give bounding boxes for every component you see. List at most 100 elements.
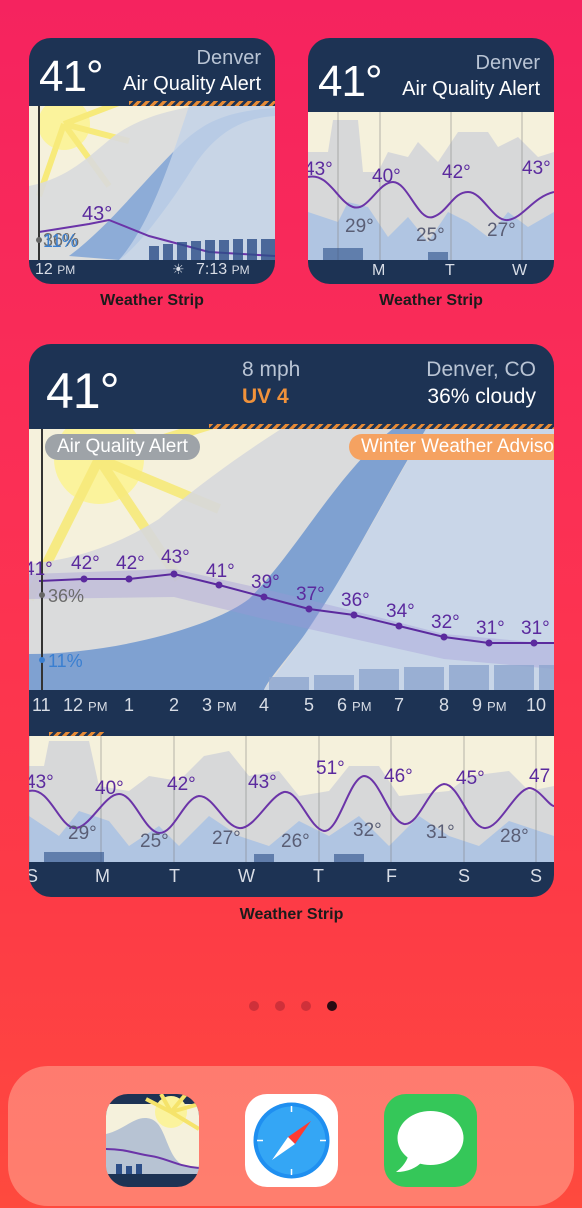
daily-low: 25°	[416, 225, 445, 246]
hour-temp: 39°	[251, 572, 280, 593]
sunset-suffix: PM	[231, 263, 250, 277]
time-left: 12	[35, 261, 53, 278]
widget-caption: Weather Strip	[239, 906, 344, 923]
precip-percent: 11%	[43, 231, 78, 251]
hour-label: 6	[337, 695, 348, 715]
page-dot[interactable]	[301, 1001, 311, 1011]
hour-temp: 41°	[206, 561, 235, 582]
daily-low: 32°	[353, 820, 382, 841]
day-label: W	[512, 262, 528, 279]
daily-low: 25°	[140, 831, 169, 852]
day-label: M	[95, 866, 110, 886]
hour-label: 5	[304, 695, 315, 715]
page-dot[interactable]	[249, 1001, 259, 1011]
hour-temp: 43°	[161, 547, 190, 568]
hour-axis: 11 12 PM 1 2 3 PM 4 5 6 PM 7 8 9 PM 10	[29, 690, 554, 720]
speech-bubble-icon[interactable]	[384, 1094, 477, 1187]
daily-high: 47	[529, 766, 551, 787]
daily-high: 43°	[522, 158, 551, 179]
cloud-cover-text: 36% cloudy	[427, 385, 536, 408]
weather-widget-large[interactable]: 41° 8 mph UV 4 Denver, CO 36% cloudy Air…	[29, 344, 554, 897]
page-indicator[interactable]	[249, 1001, 339, 1013]
current-temperature: 41°	[39, 52, 104, 101]
hour-label: 8	[439, 695, 450, 715]
hour-temp: 42°	[71, 553, 100, 574]
hour-suffix: PM	[88, 699, 108, 714]
safari-compass-icon[interactable]	[245, 1094, 338, 1187]
hour-label: 2	[169, 695, 180, 715]
time-left-suffix: PM	[57, 263, 76, 277]
hour-label: 3	[202, 695, 213, 715]
daily-temps: 43° 40° 29° 42° 25° 27° 43°	[308, 38, 554, 260]
city-name: Denver, CO	[426, 358, 536, 381]
daily-low: 27°	[487, 220, 516, 241]
hour-label: 9	[472, 695, 483, 715]
day-label: S	[458, 866, 471, 886]
cloud-percent: 36%	[48, 586, 85, 606]
daily-high: 42°	[442, 162, 471, 183]
page-dot[interactable]	[275, 1001, 285, 1011]
time-axis: 12 PM ☀︎ 7:13 PM	[29, 260, 275, 284]
wind-speed: 8 mph	[242, 358, 301, 381]
hour-temp: 31°	[476, 618, 505, 639]
daily-low: 27°	[212, 828, 241, 849]
hour-temp: 41°	[29, 559, 53, 580]
day-label: M	[372, 262, 386, 279]
daily-low: 26°	[281, 831, 310, 852]
day-label: T	[169, 866, 180, 886]
hour-temp: 34°	[386, 601, 415, 622]
city-name: Denver	[196, 47, 261, 69]
hour-label: 7	[394, 695, 405, 715]
daily-high: 51°	[316, 758, 345, 779]
uv-index: UV 4	[242, 385, 289, 408]
day-label: S	[530, 866, 543, 886]
precip-percent: 11%	[48, 651, 83, 671]
widget-caption: Weather Strip	[100, 292, 204, 309]
hour-label: 4	[259, 695, 270, 715]
air-quality-alert-pill[interactable]: Air Quality Alert	[45, 434, 200, 460]
day-label: T	[445, 262, 455, 279]
hour-label: 1	[124, 695, 135, 715]
weather-widget-small-2[interactable]: 41° Denver Air Quality Alert 43° 40° 29°…	[308, 38, 554, 284]
daily-low: 29°	[68, 823, 97, 844]
daily-high: 43°	[308, 159, 333, 180]
hour-temp: 31°	[521, 618, 550, 639]
daily-high: 40°	[372, 166, 401, 187]
day-axis: M T W	[308, 260, 554, 284]
daily-high: 45°	[456, 768, 485, 789]
winter-weather-advisory-pill[interactable]: Winter Weather Advisory	[349, 434, 554, 460]
hour-suffix: PM	[352, 699, 372, 714]
daily-temps: 43° 40° 42° 43° 51° 46° 45° 47 29° 25° 2…	[29, 736, 554, 862]
daily-low: 31°	[426, 822, 455, 843]
hour-label: 10	[526, 695, 547, 715]
sunset-icon: ☀︎	[172, 261, 185, 277]
day-axis: S M T W T F S S	[29, 862, 554, 897]
daily-high: 43°	[29, 772, 54, 793]
hour-suffix: PM	[487, 699, 507, 714]
daily-high: 46°	[384, 766, 413, 787]
hour-label: 12	[63, 695, 84, 715]
weather-widget-small-1[interactable]: 41° Denver Air Quality Alert 43° 36% 11%…	[29, 38, 275, 284]
page-dot-active[interactable]	[327, 1001, 337, 1011]
hour-temp: 32°	[431, 612, 460, 633]
sunset-time: 7:13	[196, 261, 228, 278]
day-label: T	[313, 866, 324, 886]
widget-caption: Weather Strip	[379, 292, 483, 309]
daily-low: 28°	[500, 826, 529, 847]
current-temperature: 41°	[46, 363, 120, 419]
day-label: W	[238, 866, 255, 886]
alert-text: Air Quality Alert	[123, 73, 261, 95]
weather-strip-app-icon[interactable]	[106, 1094, 199, 1187]
daily-low: 29°	[345, 216, 374, 237]
daily-high: 40°	[95, 778, 124, 799]
day-label: S	[29, 866, 39, 886]
hour-temp: 42°	[116, 553, 145, 574]
daily-high: 42°	[167, 774, 196, 795]
daily-forecast-graph: 43° 40° 42° 43° 51° 46° 45° 47 29° 25° 2…	[29, 736, 554, 862]
hour-temp: 37°	[296, 584, 325, 605]
hour-suffix: PM	[217, 699, 237, 714]
hour-label: 11	[32, 695, 51, 715]
temperature-label: 43°	[82, 203, 113, 225]
hourly-forecast-graph: Air Quality Alert Winter Weather Advisor…	[29, 429, 554, 690]
hour-temp: 36°	[341, 590, 370, 611]
